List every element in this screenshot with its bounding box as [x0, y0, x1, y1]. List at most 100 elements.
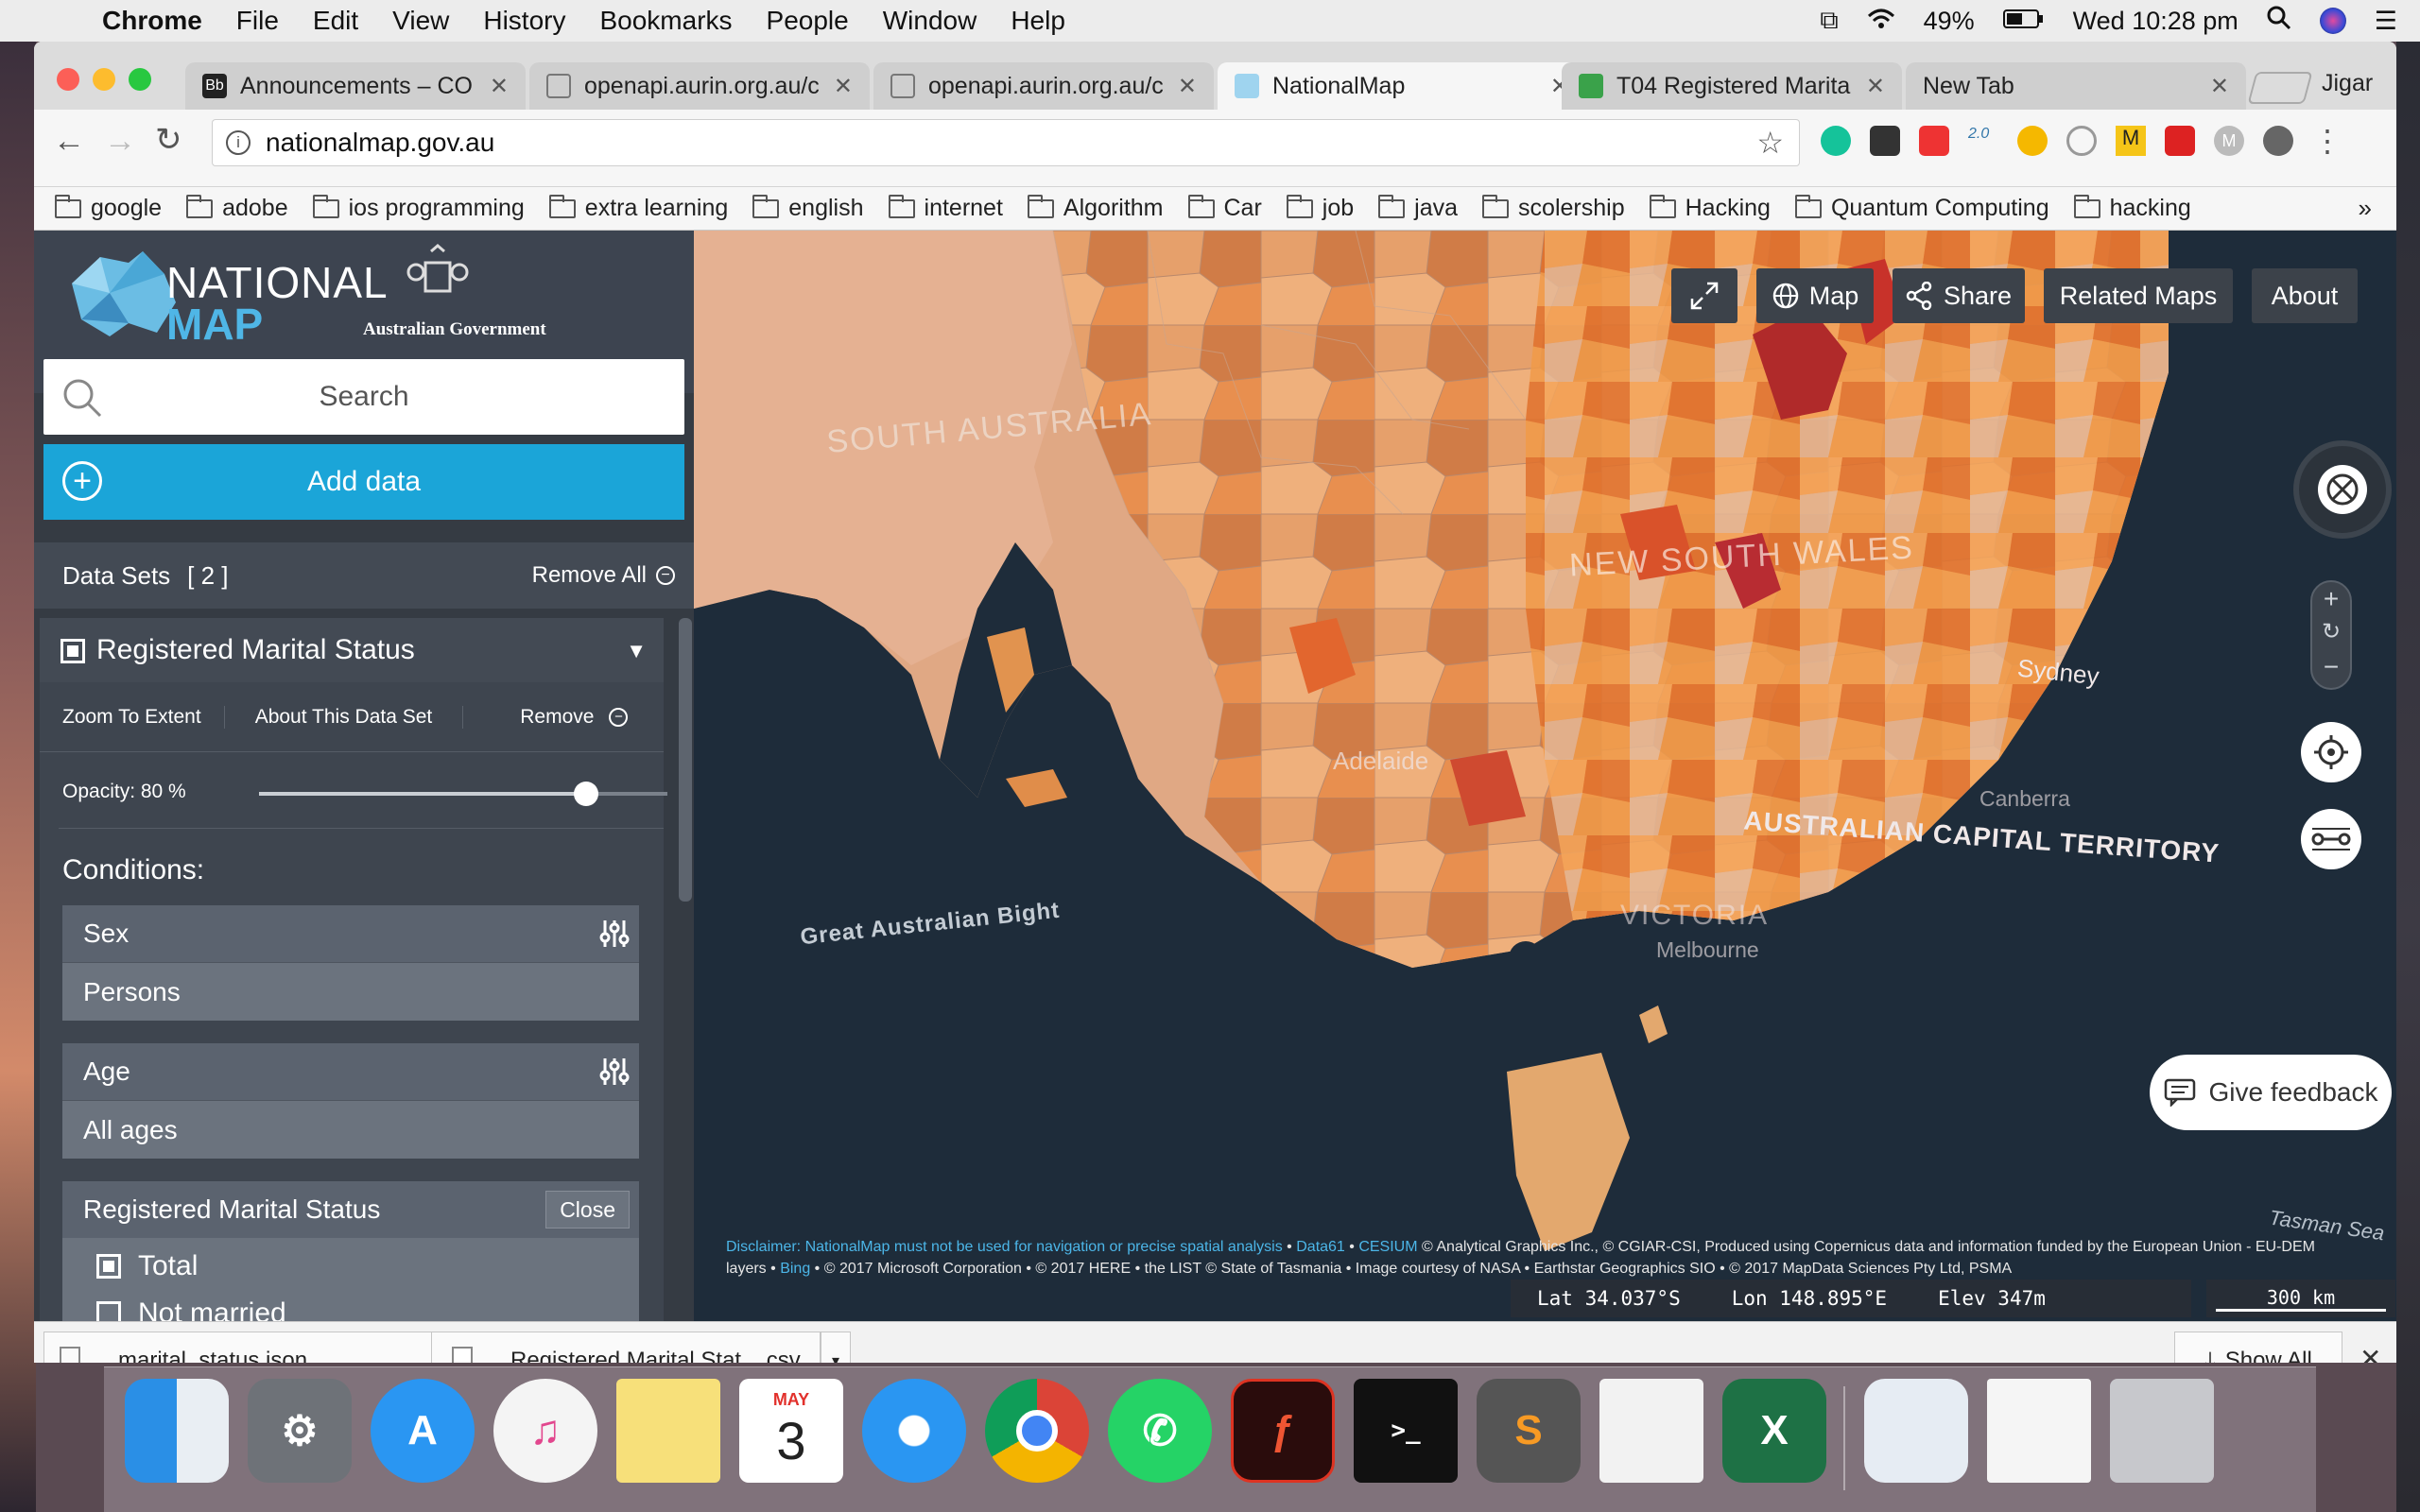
whatsapp-icon[interactable]: ✆	[1108, 1379, 1212, 1483]
new-tab-button[interactable]	[2247, 72, 2313, 104]
download-item-csv[interactable]: Registered Marital Stat....csv	[437, 1332, 821, 1363]
m-extension-icon[interactable]: M	[2116, 126, 2146, 156]
bookmark-folder-english[interactable]: english	[752, 194, 864, 222]
menu-help[interactable]: Help	[1011, 6, 1065, 36]
data61-link[interactable]: Data61	[1296, 1239, 1345, 1255]
documents-stack-icon[interactable]	[1864, 1379, 1968, 1483]
grammarly-icon[interactable]	[1821, 126, 1851, 156]
option-checkbox[interactable]	[96, 1301, 121, 1321]
menu-people[interactable]: People	[767, 6, 849, 36]
clock[interactable]: Wed 10:28 pm	[2073, 7, 2238, 36]
bookmark-folder-quantum[interactable]: Quantum Computing	[1794, 194, 2049, 222]
zoom-to-extent-button[interactable]: Zoom To Extent	[40, 705, 225, 729]
sex-value[interactable]: Persons	[62, 962, 639, 1021]
bookmark-folder-hacking-2[interactable]: hacking	[2073, 194, 2191, 222]
more-bookmarks-icon[interactable]: »	[2359, 194, 2372, 223]
close-tab-icon[interactable]: ✕	[490, 73, 509, 100]
remove-dataset-button[interactable]: Remove	[463, 706, 594, 729]
tab-new-tab[interactable]: New Tab ✕	[1906, 62, 2246, 110]
tab-nationalmap[interactable]: NationalMap ✕	[1218, 62, 1586, 110]
remove-minus-icon[interactable]: −	[609, 707, 629, 727]
about-dataset-button[interactable]: About This Data Set	[225, 705, 464, 729]
finder-icon[interactable]	[125, 1379, 229, 1483]
compass-icon[interactable]	[2318, 465, 2367, 514]
close-window-button[interactable]	[57, 68, 79, 91]
bookmark-folder-extra-learning[interactable]: extra learning	[548, 194, 728, 222]
excel-icon[interactable]: X	[1722, 1379, 1826, 1483]
url-text[interactable]: nationalmap.gov.au	[266, 128, 494, 158]
give-feedback-button[interactable]: Give feedback	[2150, 1055, 2392, 1130]
tab-openapi-2[interactable]: openapi.aurin.org.au/c ✕	[873, 62, 1214, 110]
filter-sliders-icon[interactable]	[599, 1057, 630, 1093]
age-condition-header[interactable]: Age	[62, 1043, 639, 1100]
sidebar-scrollbar[interactable]	[679, 618, 692, 902]
about-button[interactable]: About	[2252, 268, 2358, 323]
calendar-icon[interactable]: MAY 3	[739, 1379, 843, 1483]
trash-icon[interactable]	[2110, 1379, 2214, 1483]
share-button[interactable]: Share	[1893, 268, 2025, 323]
related-maps-button[interactable]: Related Maps	[2044, 268, 2233, 323]
search-input[interactable]: Search	[43, 359, 684, 435]
choropleth-map[interactable]	[694, 231, 2396, 1321]
bing-link[interactable]: Bing	[780, 1261, 810, 1277]
reset-view-icon[interactable]: ↻	[2312, 618, 2350, 652]
sublime-text-icon[interactable]: S	[1477, 1379, 1581, 1483]
map-view[interactable]: SOUTH AUSTRALIA NEW SOUTH WALES Sydney A…	[694, 231, 2396, 1321]
web20-extension-icon[interactable]: 2.0	[1968, 126, 1998, 156]
back-icon[interactable]: ←	[53, 123, 85, 160]
menu-bookmarks[interactable]: Bookmarks	[599, 6, 732, 36]
chrome-icon[interactable]	[985, 1379, 1089, 1483]
opacity-slider-track[interactable]	[259, 782, 667, 806]
siri-icon[interactable]	[2319, 8, 2346, 34]
profile-m-icon[interactable]: M	[2214, 126, 2244, 156]
show-all-downloads-button[interactable]: ⤓ Show All	[2174, 1332, 2342, 1363]
dataset-header[interactable]: Registered Marital Status ▼	[40, 618, 664, 682]
bookmark-folder-car[interactable]: Car	[1187, 194, 1262, 222]
menu-history[interactable]: History	[483, 6, 565, 36]
dataset-visibility-checkbox[interactable]	[60, 639, 85, 663]
star-extension-icon[interactable]	[2017, 126, 2048, 156]
reload-icon[interactable]: ↻	[155, 121, 182, 159]
textedit-icon[interactable]	[1599, 1379, 1703, 1483]
notes-icon[interactable]	[616, 1379, 720, 1483]
acrobat-icon[interactable]: ƒ	[1231, 1379, 1335, 1483]
bookmark-folder-ios[interactable]: ios programming	[312, 194, 525, 222]
shield-extension-icon[interactable]	[2165, 126, 2195, 156]
bookmark-folder-hacking[interactable]: Hacking	[1649, 194, 1771, 222]
bookmark-folder-google[interactable]: google	[55, 194, 162, 222]
option-partial[interactable]: Not married	[62, 1295, 639, 1321]
downloads-stack-icon[interactable]	[1987, 1379, 2091, 1483]
notification-center-icon[interactable]: ☰	[2375, 7, 2397, 36]
close-tab-icon[interactable]: ✕	[2210, 73, 2229, 100]
close-tab-icon[interactable]: ✕	[834, 73, 853, 100]
opacity-slider-handle[interactable]	[573, 782, 598, 806]
bookmark-folder-scolership[interactable]: scolership	[1482, 194, 1625, 222]
bookmark-folder-java[interactable]: java	[1378, 194, 1458, 222]
age-value[interactable]: All ages	[62, 1100, 639, 1159]
sex-condition-header[interactable]: Sex	[62, 905, 639, 962]
screen-mirror-icon[interactable]: ⧉	[1820, 6, 1838, 36]
terminal-icon[interactable]: >_	[1354, 1379, 1458, 1483]
map-settings-button[interactable]: Map	[1756, 268, 1874, 323]
bookmark-star-icon[interactable]: ☆	[1756, 125, 1784, 161]
spotlight-search-icon[interactable]	[2267, 6, 2291, 37]
bookmark-folder-adobe[interactable]: adobe	[186, 194, 288, 222]
bookmark-folder-internet[interactable]: internet	[888, 194, 1003, 222]
close-tab-icon[interactable]: ✕	[1178, 73, 1197, 100]
zoom-window-button[interactable]	[129, 68, 151, 91]
close-tab-icon[interactable]: ✕	[1866, 73, 1885, 100]
menu-window[interactable]: Window	[883, 6, 977, 36]
menu-edit[interactable]: Edit	[313, 6, 358, 36]
filter-sliders-icon[interactable]	[599, 919, 630, 955]
menu-app-name[interactable]: Chrome	[102, 6, 202, 36]
profile-name[interactable]: Jigar	[2322, 70, 2373, 97]
itunes-icon[interactable]: ♫	[493, 1379, 597, 1483]
safari-icon[interactable]	[862, 1379, 966, 1483]
address-bar[interactable]: i nationalmap.gov.au ☆	[212, 119, 1800, 166]
info-icon[interactable]: i	[226, 130, 251, 155]
wifi-icon[interactable]	[1867, 7, 1895, 36]
menu-file[interactable]: File	[236, 6, 279, 36]
minimize-window-button[interactable]	[93, 68, 115, 91]
bulb-extension-icon[interactable]	[2263, 126, 2293, 156]
bookmark-folder-job[interactable]: job	[1286, 194, 1354, 222]
